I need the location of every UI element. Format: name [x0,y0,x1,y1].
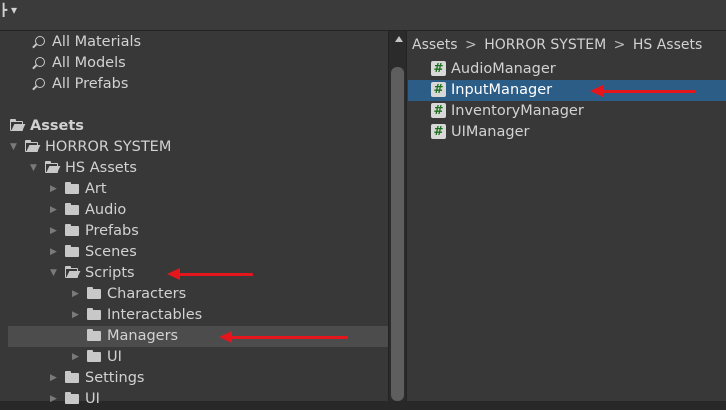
annotation-arrow-managers [219,331,348,343]
favorite-label: All Prefabs [52,76,129,92]
folder-icon [87,350,101,362]
csharp-script-icon: # [431,124,446,139]
favorite-label: All Materials [52,34,142,50]
breadcrumb-horror-system[interactable]: HORROR SYSTEM [484,37,606,53]
favorite-item[interactable]: All Materials [8,32,388,53]
tree-item[interactable]: ▶ Audio [8,200,388,221]
tree-item-label: Interactables [107,307,203,323]
breadcrumb-hs-assets[interactable]: HS Assets [633,37,702,53]
scroll-up-icon[interactable] [395,36,403,42]
breadcrumb-separator: > [613,37,626,53]
folder-open-icon [44,161,58,173]
expanded-arrow-icon[interactable]: ▼ [30,158,37,179]
search-icon [35,57,45,67]
folder-icon [87,329,101,341]
folder-open-icon [24,140,38,152]
folder-icon [87,308,101,320]
folder-open-icon [9,119,23,131]
tree-item[interactable]: ▶ Art [8,179,388,200]
folder-icon [87,287,101,299]
script-asset[interactable]: # UIManager [408,122,726,143]
csharp-script-icon: # [431,61,446,76]
tree-item-label: UI [107,349,122,365]
tree-item-label: Characters [107,286,187,302]
folder-icon [65,224,79,236]
collapsed-arrow-icon[interactable]: ▶ [72,305,79,326]
tree-item-label: HORROR SYSTEM [45,139,172,155]
script-asset-label: UIManager [451,124,530,140]
script-asset[interactable]: # AudioManager [408,59,726,80]
breadcrumb: Assets > HORROR SYSTEM > HS Assets [412,37,702,53]
tree-item-label: Scenes [85,244,137,260]
script-asset-label: InventoryManager [451,103,584,119]
tree-item-label: Managers [107,328,179,344]
tree-item-label: Assets [30,118,84,134]
favorite-item[interactable]: All Prefabs [8,74,388,95]
project-toolbar: ┣ ▾ [0,0,726,31]
collapsed-arrow-icon[interactable]: ▶ [50,368,57,389]
folder-icon [65,392,79,404]
tree-item[interactable]: ▼ HS Assets [8,158,388,179]
tree-item[interactable]: ▶ Prefabs [8,221,388,242]
collapsed-arrow-icon[interactable]: ▶ [50,200,57,221]
tree-item-label: Scripts [85,265,135,281]
tree-item-label: HS Assets [65,160,137,176]
tree-item-label: Audio [85,202,127,218]
tree-item[interactable]: ▶ UI [8,389,388,410]
tree-item-label: Settings [85,370,145,386]
annotation-arrow-inputmanager [590,85,696,97]
collapsed-arrow-icon[interactable]: ▶ [50,221,57,242]
scrollbar-thumb[interactable] [391,67,404,401]
tree-item[interactable]: Assets [8,116,388,137]
tree-item-label: UI [85,391,100,407]
folder-open-icon [64,266,78,278]
tree-item-label: Prefabs [85,223,139,239]
expanded-arrow-icon[interactable]: ▼ [10,137,17,158]
search-icon [35,78,45,88]
breadcrumb-separator: > [465,37,477,53]
tree-scrollbar[interactable] [388,31,407,401]
collapsed-arrow-icon[interactable]: ▶ [72,284,79,305]
folder-icon [65,245,79,257]
expanded-arrow-icon[interactable]: ▼ [50,263,57,284]
tree-item[interactable]: ▶ Settings [8,368,388,389]
collapsed-arrow-icon[interactable]: ▶ [50,389,57,410]
tree-item[interactable]: ▶ UI [8,347,388,368]
tree-item[interactable]: ▼ HORROR SYSTEM [8,137,388,158]
folder-icon [65,182,79,194]
plus-dropdown-icon[interactable]: ┣ ▾ [0,3,17,17]
annotation-arrow-scripts [167,268,253,280]
csharp-script-icon: # [431,103,446,118]
csharp-script-icon: # [431,82,446,97]
script-asset-label: InputManager [451,82,553,98]
script-asset[interactable]: # InventoryManager [408,101,726,122]
favorite-item[interactable]: All Models [8,53,388,74]
collapsed-arrow-icon[interactable]: ▶ [50,179,57,200]
tree-item-label: Art [85,181,107,197]
folder-icon [65,371,79,383]
favorite-label: All Models [52,55,126,71]
folder-icon [65,203,79,215]
collapsed-arrow-icon[interactable]: ▶ [50,242,57,263]
breadcrumb-assets[interactable]: Assets [412,37,458,53]
tree-item[interactable]: ▶ Interactables [8,305,388,326]
tree-item[interactable]: ▶ Scenes [8,242,388,263]
search-icon [35,36,45,46]
tree-item[interactable]: ▶ Characters [8,284,388,305]
collapsed-arrow-icon[interactable]: ▶ [72,347,79,368]
script-asset-label: AudioManager [451,61,556,77]
